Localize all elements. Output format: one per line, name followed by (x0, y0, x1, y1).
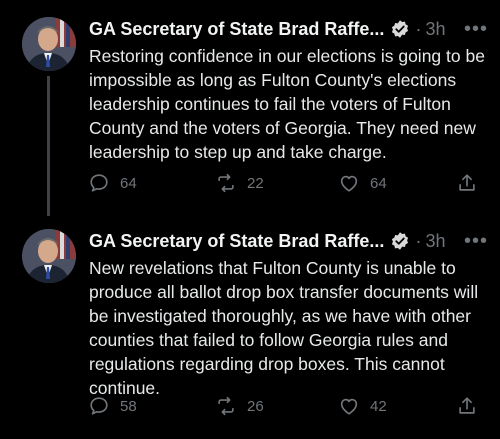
avatar[interactable] (22, 229, 76, 283)
tweet[interactable]: GA Secretary of State Brad Raffe... · 3h… (0, 212, 500, 439)
retweet-icon (218, 173, 234, 193)
share-icon (459, 397, 475, 414)
tweet-header: GA Secretary of State Brad Raffe... · 3h… (89, 228, 488, 254)
separator: · (415, 18, 422, 39)
retweet-button[interactable]: 26 (215, 395, 264, 417)
share-icon (459, 174, 475, 191)
author-name[interactable]: GA Secretary of State Brad Raffe... (89, 231, 384, 252)
verified-badge-icon (390, 231, 410, 251)
tweet[interactable]: GA Secretary of State Brad Raffe... · 3h… (0, 0, 500, 216)
verified-badge-icon (390, 19, 410, 39)
reply-count: 64 (120, 174, 137, 192)
retweet-icon (218, 396, 234, 416)
like-icon (340, 175, 358, 192)
retweet-count: 22 (247, 174, 264, 192)
share-button[interactable] (456, 172, 478, 194)
retweet-count: 26 (247, 397, 264, 415)
tweet-header: GA Secretary of State Brad Raffe... · 3h… (89, 16, 488, 42)
author-name[interactable]: GA Secretary of State Brad Raffe... (89, 19, 384, 40)
thread-connector (47, 76, 50, 216)
reply-button[interactable]: 58 (88, 395, 137, 417)
like-count: 64 (370, 174, 387, 192)
avatar[interactable] (22, 17, 76, 71)
tweet-text: New revelations that Fulton County is un… (89, 258, 479, 398)
tweet-actions: 58 26 42 (88, 395, 486, 419)
like-button[interactable]: 64 (338, 172, 387, 194)
more-icon[interactable]: ••• (464, 231, 488, 251)
reply-icon (90, 397, 108, 415)
timestamp[interactable]: 3h (425, 231, 445, 252)
retweet-button[interactable]: 22 (215, 172, 264, 194)
reply-count: 58 (120, 397, 137, 415)
timestamp[interactable]: 3h (425, 19, 445, 40)
reply-button[interactable]: 64 (88, 172, 137, 194)
more-icon[interactable]: ••• (464, 19, 488, 39)
like-icon (340, 398, 358, 415)
like-count: 42 (370, 397, 387, 415)
like-button[interactable]: 42 (338, 395, 387, 417)
separator: · (415, 230, 422, 251)
reply-icon (90, 174, 108, 192)
tweet-actions: 64 22 64 (88, 172, 486, 196)
tweet-text: Restoring confidence in our elections is… (89, 46, 485, 162)
share-button[interactable] (456, 395, 478, 417)
